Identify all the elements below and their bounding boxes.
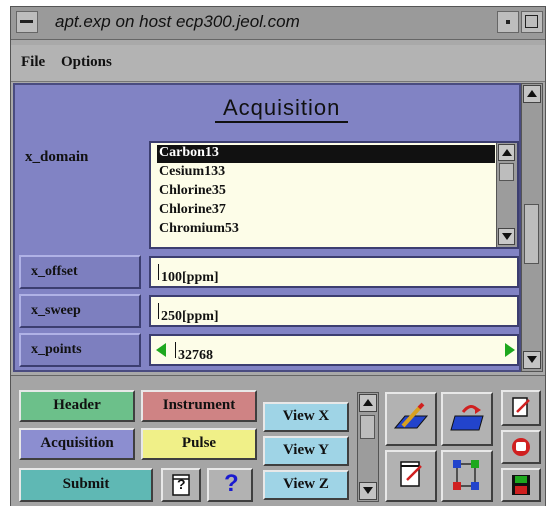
menu-file[interactable]: File [21, 54, 45, 71]
export-button[interactable] [501, 390, 541, 426]
arrow-down-icon [363, 487, 373, 494]
window-title: apt.exp on host ecp300.jeol.com [55, 12, 300, 31]
acquisition-panel: Acquisition x_domain Carbon13 Cesium133 … [13, 83, 521, 372]
x-points-label: x_points [31, 342, 82, 357]
text-cursor [158, 303, 159, 319]
scroll-up-button[interactable] [498, 144, 515, 161]
x-offset-value: 100[ppm] [161, 270, 219, 285]
scroll-thumb[interactable] [360, 415, 375, 439]
arrow-down-icon [527, 356, 537, 363]
open-button[interactable] [441, 392, 493, 446]
title-bar: apt.exp on host ecp300.jeol.com [11, 7, 545, 40]
edit-button[interactable] [385, 392, 437, 446]
x-sweep-button[interactable]: x_sweep [19, 294, 141, 328]
view-x-button[interactable]: View X [263, 402, 349, 432]
text-cursor [175, 342, 176, 358]
arrow-up-icon [502, 149, 512, 156]
x-sweep-label: x_sweep [31, 303, 81, 318]
list-item[interactable]: Carbon13 [157, 145, 495, 163]
help-context-mark: ? [177, 476, 186, 492]
flow-button[interactable] [441, 450, 493, 502]
minimize-icon [506, 20, 510, 24]
page-title: Acquisition [215, 95, 349, 123]
edit-pencil-icon [393, 402, 429, 429]
open-folder-icon [450, 405, 484, 431]
scroll-down-button[interactable] [498, 228, 515, 245]
flowchart-icon [453, 460, 479, 490]
notepad-icon [400, 461, 422, 487]
hand-stop-icon [512, 438, 530, 456]
command-area: Header Instrument Acquisition Pulse Subm… [11, 375, 545, 506]
scroll-up-button[interactable] [523, 85, 541, 103]
menu-bar: File Options [11, 45, 545, 82]
save-disk-icon [512, 475, 530, 495]
x-points-stepper[interactable]: 32768 [149, 334, 519, 366]
scroll-thumb[interactable] [524, 204, 539, 264]
scroll-down-button[interactable] [359, 482, 377, 500]
save-button[interactable] [501, 468, 541, 502]
x-points-value: 32768 [178, 348, 213, 363]
pulse-button[interactable]: Pulse [141, 428, 257, 460]
application-window: apt.exp on host ecp300.jeol.com File Opt… [10, 6, 546, 506]
export-icon [512, 397, 530, 417]
arrow-up-icon [527, 90, 537, 97]
scroll-up-button[interactable] [359, 394, 377, 412]
menu-options[interactable]: Options [61, 54, 112, 71]
decrement-arrow-icon[interactable] [156, 343, 166, 357]
arrow-down-icon [502, 233, 512, 240]
menu-dash-icon [20, 20, 33, 23]
minimize-button[interactable] [497, 11, 519, 33]
maximize-icon [525, 15, 538, 28]
x-sweep-value: 250[ppm] [161, 309, 219, 324]
header-button[interactable]: Header [19, 390, 135, 422]
acquisition-button[interactable]: Acquisition [19, 428, 135, 460]
text-cursor [158, 264, 159, 280]
context-help-button[interactable]: ? [161, 468, 201, 502]
arrow-up-icon [363, 399, 373, 406]
x-points-button[interactable]: x_points [19, 333, 141, 367]
list-item[interactable]: Cesium133 [157, 164, 225, 182]
scroll-thumb[interactable] [499, 163, 514, 181]
help-mark: ? [224, 470, 239, 497]
stop-button[interactable] [501, 430, 541, 464]
instrument-button[interactable]: Instrument [141, 390, 257, 422]
x-offset-button[interactable]: x_offset [19, 255, 141, 289]
notes-button[interactable] [385, 450, 437, 502]
view-scrollbar[interactable] [357, 392, 379, 502]
x-domain-listbox[interactable]: Carbon13 Cesium133 Chlorine35 Chlorine37… [149, 141, 519, 249]
list-item[interactable]: Chromium53 [157, 221, 239, 239]
x-sweep-field[interactable]: 250[ppm] [149, 295, 519, 327]
maximize-button[interactable] [521, 11, 543, 33]
window-menu-button[interactable] [16, 11, 38, 33]
scroll-down-button[interactable] [523, 351, 541, 369]
listbox-scrollbar[interactable] [496, 143, 517, 247]
submit-button[interactable]: Submit [19, 468, 153, 502]
help-button[interactable]: ? [207, 468, 253, 502]
increment-arrow-icon[interactable] [505, 343, 515, 357]
list-item[interactable]: Chlorine37 [157, 202, 226, 220]
view-z-button[interactable]: View Z [263, 470, 349, 500]
list-item[interactable]: Chlorine35 [157, 183, 226, 201]
main-scrollbar[interactable] [521, 83, 543, 372]
x-offset-field[interactable]: 100[ppm] [149, 256, 519, 288]
x-offset-label: x_offset [31, 264, 78, 279]
x-domain-label: x_domain [25, 149, 89, 165]
view-y-button[interactable]: View Y [263, 436, 349, 466]
